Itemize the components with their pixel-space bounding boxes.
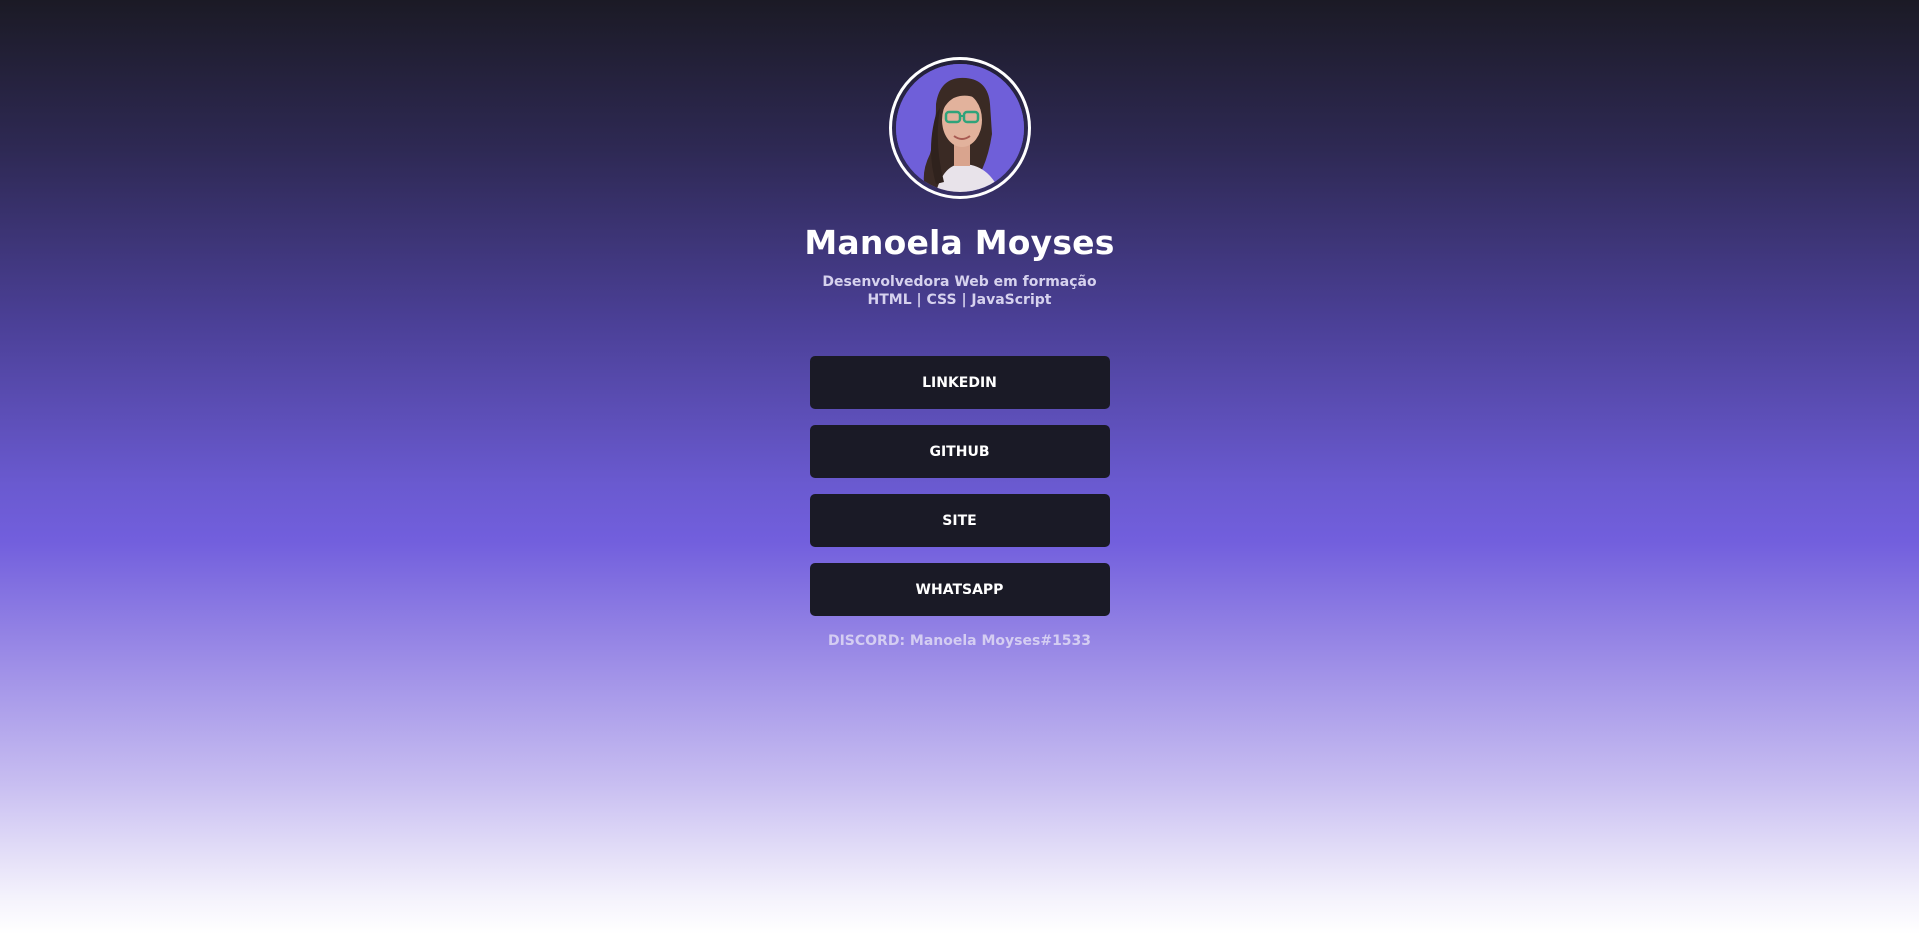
github-button[interactable]: GITHUB: [809, 425, 1110, 478]
site-button[interactable]: SITE: [809, 494, 1110, 547]
profile-card: Manoela Moyses Desenvolvedora Web em for…: [0, 0, 1919, 649]
bio-line-2: HTML | CSS | JavaScript: [867, 292, 1052, 308]
linkedin-button[interactable]: LINKEDIN: [809, 356, 1110, 409]
link-list: LINKEDIN GITHUB SITE WHATSAPP: [809, 356, 1110, 616]
avatar-ring: [888, 57, 1031, 199]
profile-name: Manoela Moyses: [804, 223, 1115, 262]
avatar: [895, 64, 1024, 192]
whatsapp-button[interactable]: WHATSAPP: [809, 563, 1110, 616]
avatar-photo: [895, 64, 1024, 192]
discord-handle: DISCORD: Manoela Moyses#1533: [827, 633, 1092, 649]
bio-line-1: Desenvolvedora Web em formação: [822, 274, 1097, 290]
profile-bio: Desenvolvedora Web em formação HTML | CS…: [822, 273, 1096, 309]
